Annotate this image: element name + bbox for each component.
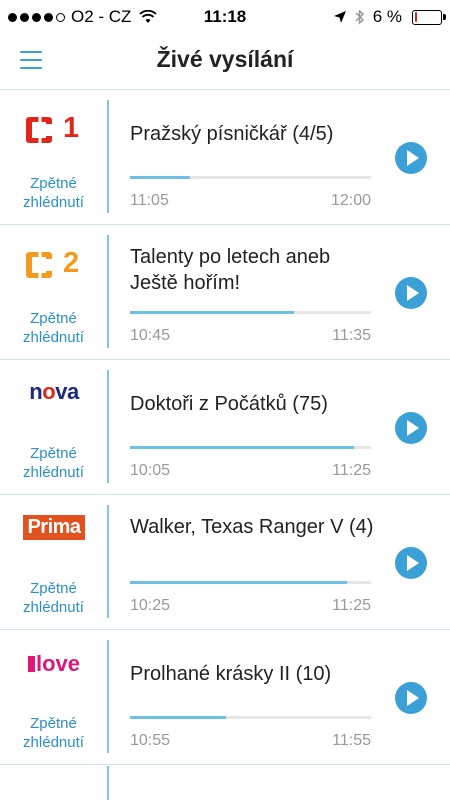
ct1-logo: 1	[16, 112, 92, 148]
program-info: Walker, Texas Ranger V (4) 10:25 11:25	[130, 495, 375, 628]
program-row[interactable]: Prima Zpětné zhlédnutí Walker, Texas Rang…	[0, 495, 450, 630]
play-button[interactable]	[395, 682, 427, 714]
love-logo-tag	[27, 656, 35, 672]
play-button[interactable]	[395, 547, 427, 579]
end-time: 12:00	[330, 192, 371, 209]
program-progress-bar	[130, 311, 371, 314]
replay-link[interactable]: Zpětné zhlédnutí	[0, 174, 107, 212]
channel-column: 2 Zpětné zhlédnutí	[0, 225, 107, 358]
channel-column: Prima Zpětné zhlédnutí	[0, 495, 107, 628]
battery-icon	[412, 9, 446, 25]
program-info: Prolhané krásky II (10) 10:55 11:55	[130, 630, 375, 763]
program-title: Talenty po letech aneb Ještě hořím!	[130, 246, 331, 294]
start-time: 10:45	[130, 327, 171, 344]
end-time: 11:25	[332, 462, 371, 479]
bluetooth-icon	[355, 9, 364, 25]
program-title: Pražský písničkář (4/5)	[130, 123, 334, 145]
program-title: Walker, Texas Ranger V (4)	[130, 516, 374, 538]
battery-level-fill	[414, 12, 417, 22]
replay-link[interactable]: Zpětné zhlédnutí	[0, 579, 107, 617]
program-progress-bar	[130, 176, 371, 179]
progress-fill	[130, 446, 355, 449]
play-button[interactable]	[395, 142, 427, 174]
live-broadcast-list: 1 Zpětné zhlédnutí Pražský písničkář (4/5…	[0, 90, 450, 765]
prima-logo-text: Prima	[23, 514, 85, 540]
page-title: Živé vysílání	[156, 46, 294, 72]
progress-fill	[130, 176, 191, 179]
status-bar: O2 - CZ 11:18 6 %	[0, 0, 450, 34]
program-progress-bar	[130, 716, 371, 719]
start-time: 10:25	[130, 597, 171, 614]
channel-column: nova Zpětné zhlédnutí	[0, 360, 107, 493]
nova-logo-text: nova	[29, 379, 79, 404]
navigation-bar: Živé vysílání	[0, 34, 450, 90]
channel-column: 1 Zpětné zhlédnutí	[0, 90, 107, 223]
end-time: 11:55	[332, 732, 371, 749]
nova-logo: nova	[16, 374, 92, 410]
replay-link[interactable]: Zpětné zhlédnutí	[0, 309, 107, 347]
start-time: 10:55	[130, 732, 171, 749]
program-row[interactable]: 1 Zpětné zhlédnutí Pražský písničkář (4/5…	[0, 90, 450, 225]
progress-fill	[130, 311, 294, 314]
divider-line	[107, 100, 109, 213]
channel-column: love Zpětné zhlédnutí	[0, 630, 107, 763]
start-time: 10:05	[130, 462, 171, 479]
program-title: Doktoři z Počátků (75)	[130, 393, 328, 415]
divider-line	[107, 235, 109, 348]
program-info: Talenty po letech aneb Ještě hořím! 10:4…	[130, 225, 375, 358]
play-button[interactable]	[395, 412, 427, 444]
love-logo-text: love	[35, 651, 81, 676]
battery-percentage: 6 %	[372, 7, 402, 26]
replay-link[interactable]: Zpětné zhlédnutí	[0, 714, 107, 752]
program-info: Pražský písničkář (4/5) 11:05 12:00	[130, 90, 375, 223]
program-progress-bar	[130, 581, 371, 584]
program-row[interactable]: 2 Zpětné zhlédnutí Talenty po letech aneb…	[0, 225, 450, 360]
divider-line	[107, 640, 109, 753]
progress-fill	[130, 716, 227, 719]
end-time: 11:25	[332, 597, 371, 614]
ct1-logo-number: 1	[63, 112, 80, 144]
divider-line	[107, 505, 109, 618]
location-arrow-icon	[333, 11, 346, 23]
play-button[interactable]	[395, 277, 427, 309]
divider-line	[107, 370, 109, 483]
program-title: Prolhané krásky II (10)	[130, 663, 332, 685]
program-row[interactable]: love Zpětné zhlédnutí Prolhané krásky II …	[0, 630, 450, 765]
next-row-divider-line	[107, 766, 109, 800]
progress-fill	[130, 581, 347, 584]
replay-link[interactable]: Zpětné zhlédnutí	[0, 444, 107, 482]
program-row[interactable]: nova Zpětné zhlédnutí Doktoři z Počátků (…	[0, 360, 450, 495]
status-right: 6 %	[333, 7, 446, 27]
program-progress-bar	[130, 446, 371, 449]
ct2-logo: 2	[16, 247, 92, 283]
ct2-logo-number: 2	[63, 247, 80, 279]
start-time: 11:05	[130, 192, 169, 209]
love-logo: love	[16, 646, 92, 682]
end-time: 11:35	[332, 327, 371, 344]
prima-logo: Prima	[16, 509, 92, 545]
program-info: Doktoři z Počátků (75) 10:05 11:25	[130, 360, 375, 493]
